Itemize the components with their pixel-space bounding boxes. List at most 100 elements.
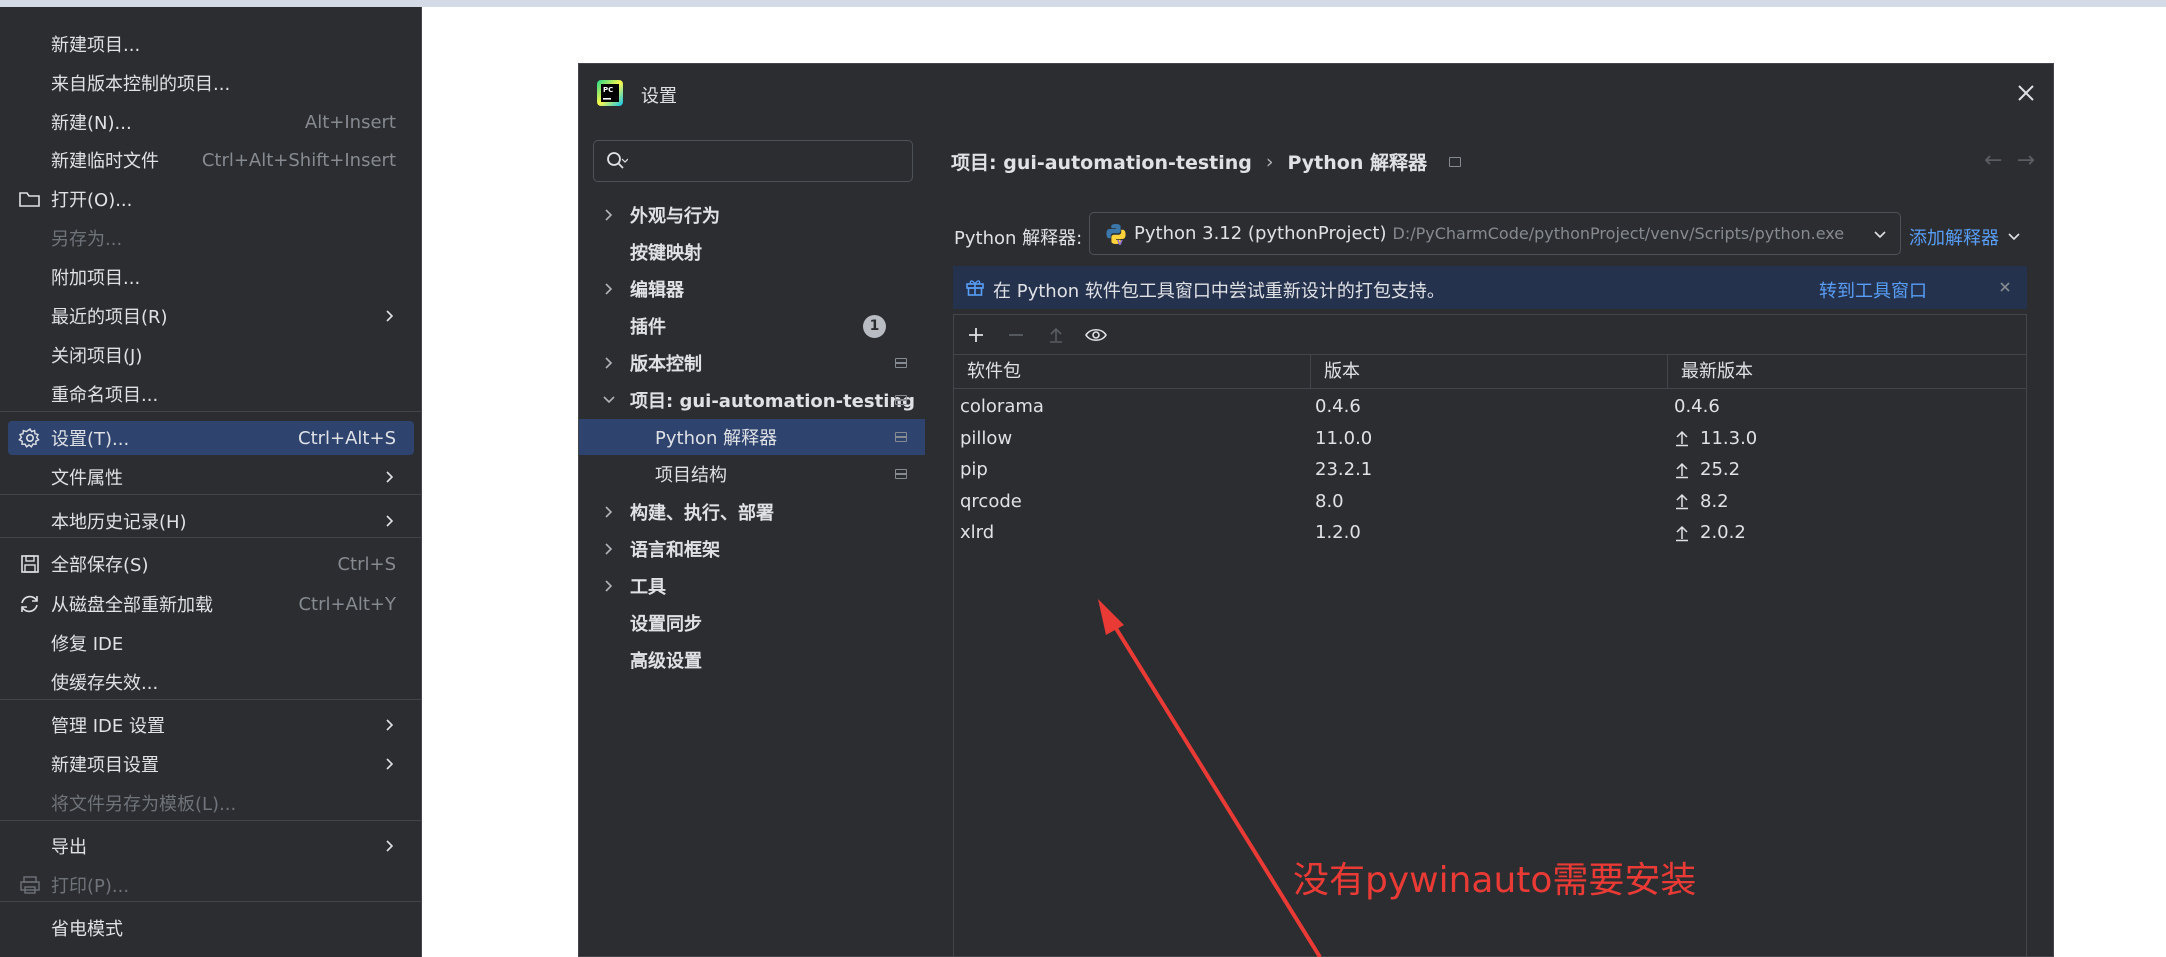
settings-tree-item[interactable]: 版本控制	[579, 345, 925, 381]
close-icon[interactable]	[2013, 80, 2039, 106]
package-table-header: 软件包 版本 最新版本	[954, 355, 2026, 389]
settings-tree-label: 语言和框架	[630, 540, 720, 561]
package-version: 1.2.0	[1315, 522, 1361, 544]
add-interpreter-button[interactable]: 添加解释器	[1909, 224, 2021, 250]
settings-search[interactable]	[593, 140, 913, 182]
column-header-version[interactable]: 版本	[1311, 355, 1668, 388]
remove-package-button[interactable]	[1004, 323, 1028, 347]
file-menu: 新建项目... 来自版本控制的项目... 新建(N)... Alt+Insert 新建临…	[0, 7, 422, 957]
package-table-body: colorama 0.4.6 0.4.6 pillow 11.0.0 11.3.0 pip 2…	[954, 391, 2026, 549]
menu-item[interactable]: 文件属性	[8, 460, 414, 494]
breadcrumb-parent[interactable]: 项目: gui-automation-testing	[951, 148, 1252, 175]
menu-item[interactable]: 使缓存失效...	[8, 665, 414, 699]
chevron-right-icon[interactable]	[603, 505, 615, 519]
add-package-button[interactable]	[964, 323, 988, 347]
package-latest-version: 11.3.0	[1668, 428, 2026, 449]
close-icon[interactable]	[1997, 279, 2013, 295]
menu-item[interactable]: 打印(P)...	[8, 868, 414, 902]
chevron-right-icon[interactable]	[603, 542, 615, 556]
menu-item[interactable]: 最近的项目(R)	[8, 299, 414, 333]
settings-tree: 外观与行为 按键映射 编辑器 插件 1 版本控制 项目: gui-automation-te…	[579, 64, 925, 956]
settings-tree-item[interactable]: 插件 1	[579, 308, 925, 344]
chevron-right-icon[interactable]	[603, 208, 615, 222]
menu-item-label: 打开(O)...	[51, 190, 133, 211]
menu-item[interactable]: 另存为...	[8, 221, 414, 255]
pin-icon	[895, 432, 907, 442]
chevron-right-icon	[386, 758, 394, 770]
menu-item-label: 设置(T)...	[51, 429, 130, 450]
menu-separator	[0, 820, 421, 821]
pin-icon	[895, 395, 907, 405]
menu-item[interactable]: 新建(N)... Alt+Insert	[8, 105, 414, 139]
menu-item[interactable]: 新建项目设置	[8, 747, 414, 781]
menu-separator	[0, 411, 421, 412]
chevron-right-icon[interactable]	[603, 356, 615, 370]
chevron-right-icon	[386, 515, 394, 527]
settings-tree-item[interactable]: 按键映射	[579, 234, 925, 270]
forward-arrow-icon[interactable]: →	[2017, 148, 2035, 173]
menu-item[interactable]: 新建项目...	[8, 27, 414, 61]
menu-item-label: 最近的项目(R)	[51, 307, 168, 328]
settings-tree-item[interactable]: 工具	[579, 568, 925, 604]
svg-text:v: v	[1117, 238, 1123, 246]
chevron-right-icon[interactable]	[603, 579, 615, 593]
menu-item[interactable]: 来自版本控制的项目...	[8, 66, 414, 100]
menu-item[interactable]: 省电模式	[8, 911, 414, 945]
latest-version-value: 25.2	[1700, 459, 1741, 481]
table-row[interactable]: pillow 11.0.0 11.3.0	[954, 423, 2026, 455]
menu-item[interactable]: 导出	[8, 829, 414, 863]
settings-tree-item[interactable]: 高级设置	[579, 642, 925, 678]
back-arrow-icon[interactable]: ←	[1984, 148, 2002, 173]
settings-search-input[interactable]	[638, 147, 900, 175]
banner-link[interactable]: 转到工具窗口	[1819, 277, 1927, 303]
interpreter-select[interactable]: v Python 3.12 (pythonProject) D:/PyCharm…	[1089, 212, 1901, 255]
settings-tree-item[interactable]: 编辑器	[579, 271, 925, 307]
menu-item-label: 使缓存失效...	[51, 673, 159, 694]
menu-item[interactable]: 将文件另存为模板(L)...	[8, 786, 414, 820]
menu-item-label: 新建项目设置	[51, 755, 159, 776]
settings-tree-item[interactable]: 设置同步	[579, 605, 925, 641]
menu-item[interactable]: 新建临时文件 Ctrl+Alt+Shift+Insert	[8, 143, 414, 177]
settings-tree-item[interactable]: 外观与行为	[579, 197, 925, 233]
settings-tree-item[interactable]: 语言和框架	[579, 531, 925, 567]
table-row[interactable]: qrcode 8.0 8.2	[954, 486, 2026, 518]
table-row[interactable]: colorama 0.4.6 0.4.6	[954, 391, 2026, 423]
search-icon	[607, 152, 628, 169]
menu-item-label: 省电模式	[51, 919, 123, 940]
upgrade-arrow-icon	[1050, 327, 1062, 343]
settings-tree-item[interactable]: 项目结构	[579, 456, 925, 492]
table-row[interactable]: pip 23.2.1 25.2	[954, 454, 2026, 486]
settings-tree-label: 工具	[630, 577, 666, 598]
menu-item[interactable]: 关闭项目(J)	[8, 338, 414, 372]
settings-tree-item[interactable]: 项目: gui-automation-testing	[579, 382, 925, 418]
show-early-releases-button[interactable]	[1084, 323, 1108, 347]
upgrade-package-button[interactable]	[1044, 323, 1068, 347]
breadcrumb-separator: ›	[1265, 150, 1274, 173]
settings-tree-item[interactable]: Python 解释器	[579, 419, 925, 455]
menu-item[interactable]: 本地历史记录(H)	[8, 504, 414, 538]
menu-item[interactable]: 管理 IDE 设置	[8, 708, 414, 742]
gift-icon	[966, 280, 984, 296]
banner-text: 在 Python 软件包工具窗口中尝试重新设计的打包支持。	[993, 281, 1445, 302]
menu-item[interactable]: 从磁盘全部重新加载 Ctrl+Alt+Y	[8, 587, 414, 621]
settings-tree-label: 高级设置	[630, 651, 702, 672]
gear-icon	[18, 427, 40, 448]
column-header-latest[interactable]: 最新版本	[1668, 355, 2026, 388]
table-row[interactable]: xlrd 1.2.0 2.0.2	[954, 517, 2026, 549]
column-header-package[interactable]: 软件包	[954, 355, 1311, 388]
menu-item[interactable]: 附加项目...	[8, 260, 414, 294]
chevron-down-icon[interactable]	[603, 393, 615, 407]
package-version: 23.2.1	[1315, 459, 1373, 481]
chevron-right-icon[interactable]	[603, 282, 615, 296]
menu-item[interactable]: 设置(T)... Ctrl+Alt+S	[8, 421, 414, 455]
menu-item[interactable]: 打开(O)...	[8, 182, 414, 216]
menu-item-shortcut: Ctrl+Alt+Shift+Insert	[201, 149, 396, 171]
menu-item[interactable]: 全部保存(S) Ctrl+S	[8, 547, 414, 581]
package-latest-version: 8.2	[1668, 491, 2026, 512]
menu-item-label: 另存为...	[51, 229, 123, 250]
menu-item-label: 关闭项目(J)	[51, 346, 143, 367]
menu-item[interactable]: 重命名项目...	[8, 377, 414, 411]
package-name: colorama	[960, 396, 1044, 418]
settings-tree-item[interactable]: 构建、执行、部署	[579, 494, 925, 530]
menu-item[interactable]: 修复 IDE	[8, 626, 414, 660]
